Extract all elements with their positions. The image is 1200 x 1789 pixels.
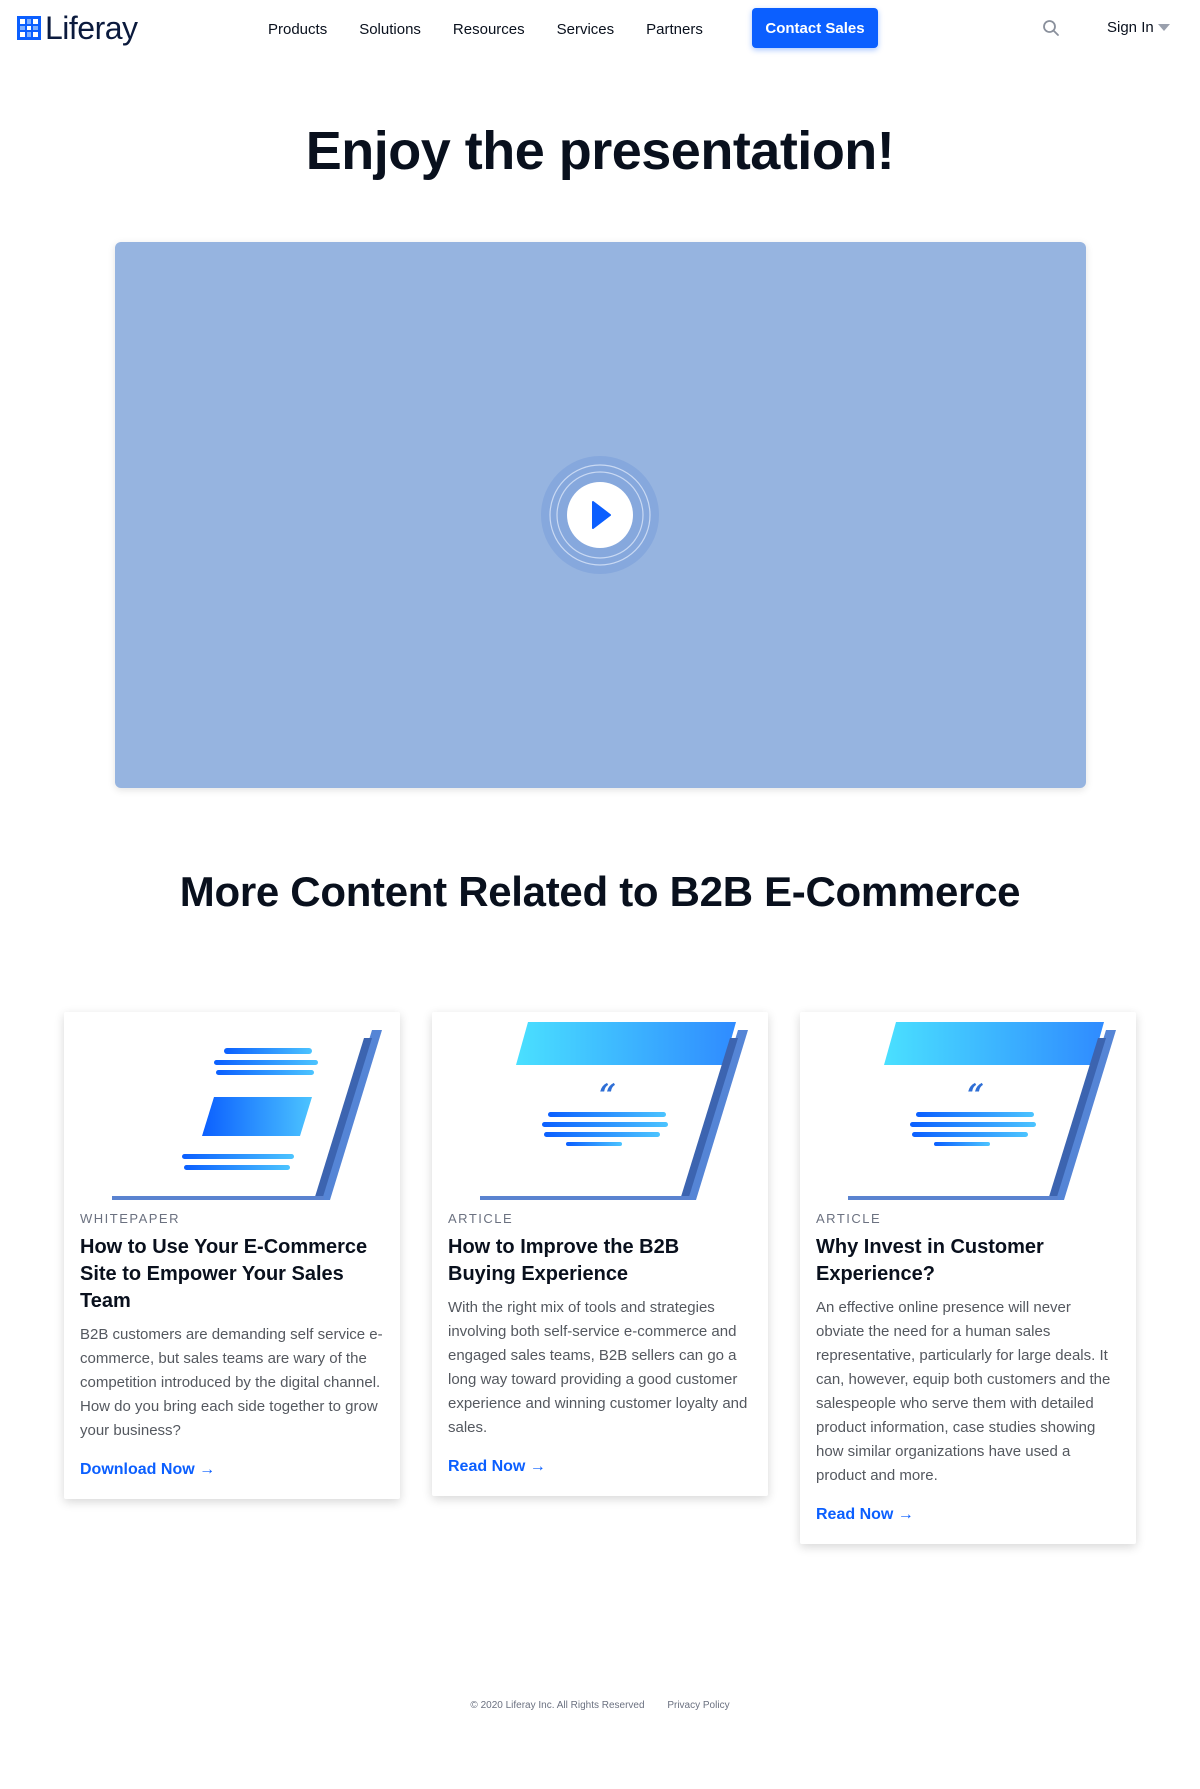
whitepaper-illustration [112,1030,382,1200]
download-now-link[interactable]: Download Now → [80,1461,215,1479]
card-type-label: ARTICLE [448,1211,514,1226]
contact-sales-button[interactable]: Contact Sales [752,8,878,48]
logo-text: Liferay [45,10,138,46]
page-title: Enjoy the presentation! [305,121,895,181]
content-card[interactable]: “ ARTICLE Why Invest in Customer Experie… [800,1012,1136,1544]
content-card[interactable]: WHITEPAPER How to Use Your E-Commerce Si… [64,1012,400,1499]
article-illustration: “ [848,1022,1116,1200]
nav-item-products[interactable]: Products [268,21,327,38]
card-description: With the right mix of tools and strategi… [448,1299,748,1436]
sign-in-label: Sign In [1107,19,1154,36]
main-nav: Products Solutions Resources Services Pa… [268,0,735,58]
privacy-policy-link[interactable]: Privacy Policy [667,1700,729,1711]
svg-text:“: “ [967,1078,984,1113]
section-title: More Content Related to B2B E-Commerce [179,868,1021,915]
liferay-logo[interactable]: Liferay [17,12,138,44]
nav-item-services[interactable]: Services [557,21,615,38]
liferay-logo-icon [17,16,41,40]
card-description: B2B customers are demanding self service… [80,1326,383,1439]
content-card[interactable]: “ ARTICLE How to Improve the B2B Buying … [432,1012,768,1496]
svg-text:“: “ [599,1078,616,1113]
site-footer: © 2020 Liferay Inc. All Rights Reserved … [0,1700,1200,1711]
nav-item-solutions[interactable]: Solutions [359,21,421,38]
read-now-link[interactable]: Read Now → [816,1506,914,1524]
card-type-label: ARTICLE [816,1211,882,1226]
nav-item-partners[interactable]: Partners [646,21,703,38]
card-type-label: WHITEPAPER [80,1211,180,1226]
chevron-down-icon [1157,24,1170,31]
video-player[interactable] [115,242,1086,788]
read-now-link[interactable]: Read Now → [448,1458,546,1476]
article-illustration: “ [480,1022,748,1200]
card-title[interactable]: How to Use Your E-Commerce Site to Empow… [80,1234,384,1315]
card-title[interactable]: How to Improve the B2B Buying Experience [448,1234,752,1288]
copyright-text: © 2020 Liferay Inc. All Rights Reserved [470,1700,645,1711]
nav-item-resources[interactable]: Resources [453,21,525,38]
search-icon[interactable] [1042,19,1060,37]
card-description: An effective online presence will never … [816,1299,1111,1484]
card-title[interactable]: Why Invest in Customer Experience? [816,1234,1120,1288]
play-icon[interactable] [540,455,660,575]
site-header: Liferay Products Solutions Resources Ser… [0,0,1200,60]
sign-in-button[interactable]: Sign In [1107,19,1170,36]
